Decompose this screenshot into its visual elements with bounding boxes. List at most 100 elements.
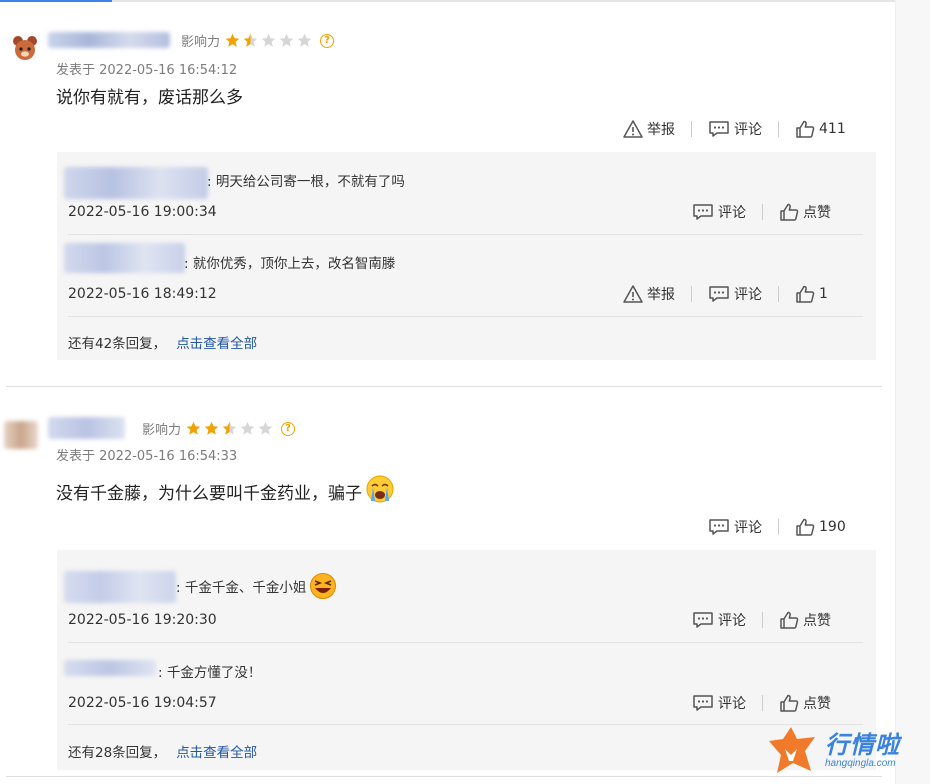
comment-label: 评论 — [718, 205, 746, 221]
reply-text: : 千金千金、千金小姐 — [176, 572, 337, 600]
report-button[interactable]: 举报 — [623, 284, 675, 304]
influence-rating: 影响力 ? — [142, 419, 296, 438]
more-replies-count: 还有28条回复， — [68, 745, 167, 761]
comment-text: 说你有就有，废话那么多 — [56, 83, 243, 108]
view-all-link[interactable]: 点击查看全部 — [176, 745, 257, 761]
help-icon[interactable]: ? — [320, 33, 335, 48]
comment-label: 评论 — [734, 287, 762, 303]
fox-logo-icon — [769, 727, 815, 773]
reply-actions: 评论 点赞 — [692, 693, 831, 713]
star-rating — [225, 33, 315, 48]
comment-button[interactable]: 评论 — [692, 202, 746, 222]
like-button[interactable]: 411 — [795, 120, 846, 138]
comment-actions: 举报 评论 411 — [623, 119, 846, 139]
like-count: 190 — [819, 519, 846, 535]
reply-actions: 评论 点赞 — [692, 610, 831, 630]
comment-icon — [709, 121, 729, 137]
like-label: 点赞 — [803, 613, 831, 629]
like-button[interactable]: 点赞 — [779, 202, 831, 222]
like-icon — [796, 518, 815, 536]
reply-divider — [68, 234, 863, 235]
star-icon — [222, 421, 237, 435]
reply-actions: 举报 评论 1 — [623, 284, 828, 304]
influence-label: 影响力 — [181, 35, 221, 50]
reply-actions: 评论 点赞 — [692, 202, 831, 222]
page-scroll-area[interactable] — [895, 0, 930, 784]
comment-icon — [709, 286, 729, 302]
view-all-link[interactable]: 点击查看全部 — [176, 336, 257, 352]
report-icon — [623, 120, 643, 138]
action-separator — [778, 519, 779, 535]
like-icon — [780, 611, 799, 629]
like-count: 1 — [819, 286, 828, 302]
watermark-domain: hangqingla.com — [825, 757, 896, 769]
star-rating — [186, 421, 276, 436]
reply-username-redacted[interactable] — [64, 571, 176, 603]
like-button[interactable]: 点赞 — [779, 610, 831, 630]
username-redacted[interactable] — [48, 417, 125, 439]
like-button[interactable]: 190 — [795, 518, 846, 536]
like-icon — [780, 694, 799, 712]
comment-icon — [693, 204, 713, 220]
comment-label: 评论 — [734, 520, 762, 536]
active-tab-indicator — [0, 0, 112, 2]
action-separator — [762, 612, 763, 628]
star-icon — [258, 421, 273, 435]
help-icon[interactable]: ? — [281, 421, 296, 436]
post-time: 发表于 2022-05-16 16:54:12 — [56, 63, 238, 78]
comment-label: 评论 — [718, 696, 746, 712]
star-icon — [297, 33, 312, 47]
like-icon — [780, 203, 799, 221]
action-separator — [762, 695, 763, 711]
comment-icon — [693, 695, 713, 711]
reply-time: 2022-05-16 18:49:12 — [68, 286, 217, 302]
action-separator — [762, 204, 763, 220]
reply-body: : 千金千金、千金小姐 — [176, 580, 307, 596]
reply-time: 2022-05-16 19:20:30 — [68, 612, 217, 628]
comment-actions: 评论 190 — [708, 517, 846, 537]
top-divider — [0, 0, 895, 2]
reply-username-redacted[interactable] — [64, 167, 208, 199]
comment-divider — [6, 776, 882, 777]
comment-label: 评论 — [734, 122, 762, 138]
comment-button[interactable]: 评论 — [692, 610, 746, 630]
avatar[interactable] — [4, 421, 38, 449]
more-replies: 还有42条回复， 点击查看全部 — [68, 332, 257, 352]
star-icon — [243, 33, 258, 47]
like-icon — [796, 120, 815, 138]
username-redacted[interactable] — [48, 32, 170, 48]
star-icon — [225, 33, 240, 47]
avatar[interactable] — [10, 33, 40, 63]
report-icon — [623, 285, 643, 303]
comment-body: 没有千金藤，为什么要叫千金药业，骗子 — [56, 484, 362, 504]
more-replies: 还有28条回复， 点击查看全部 — [68, 741, 257, 761]
reply-username-redacted[interactable] — [64, 660, 156, 676]
comment-button[interactable]: 评论 — [708, 517, 762, 537]
comment-button[interactable]: 评论 — [708, 119, 762, 139]
like-button[interactable]: 点赞 — [779, 693, 831, 713]
star-icon — [186, 421, 201, 435]
report-button[interactable]: 举报 — [623, 119, 675, 139]
star-icon — [204, 421, 219, 435]
action-separator — [778, 286, 779, 302]
post-time: 发表于 2022-05-16 16:54:33 — [56, 449, 238, 464]
star-icon — [240, 421, 255, 435]
influence-rating: 影响力 ? — [181, 31, 335, 50]
comment-button[interactable]: 评论 — [708, 284, 762, 304]
more-replies-count: 还有42条回复， — [68, 336, 167, 352]
report-label: 举报 — [647, 287, 675, 303]
action-separator — [691, 286, 692, 302]
laughing-emoji-icon — [310, 573, 337, 599]
reply-divider — [68, 724, 863, 725]
reply-username-redacted[interactable] — [64, 243, 185, 273]
site-watermark: 行情啦 hangqingla.com — [765, 725, 900, 775]
action-separator — [691, 121, 692, 137]
influence-label: 影响力 — [142, 423, 182, 438]
like-button[interactable]: 1 — [795, 285, 828, 303]
reply-time: 2022-05-16 19:00:34 — [68, 204, 217, 220]
reply-text: : 明天给公司寄一根，不就有了吗 — [207, 174, 405, 190]
star-icon — [279, 33, 294, 47]
watermark-name: 行情啦 — [825, 730, 900, 759]
comment-button[interactable]: 评论 — [692, 693, 746, 713]
reply-divider — [68, 316, 863, 317]
